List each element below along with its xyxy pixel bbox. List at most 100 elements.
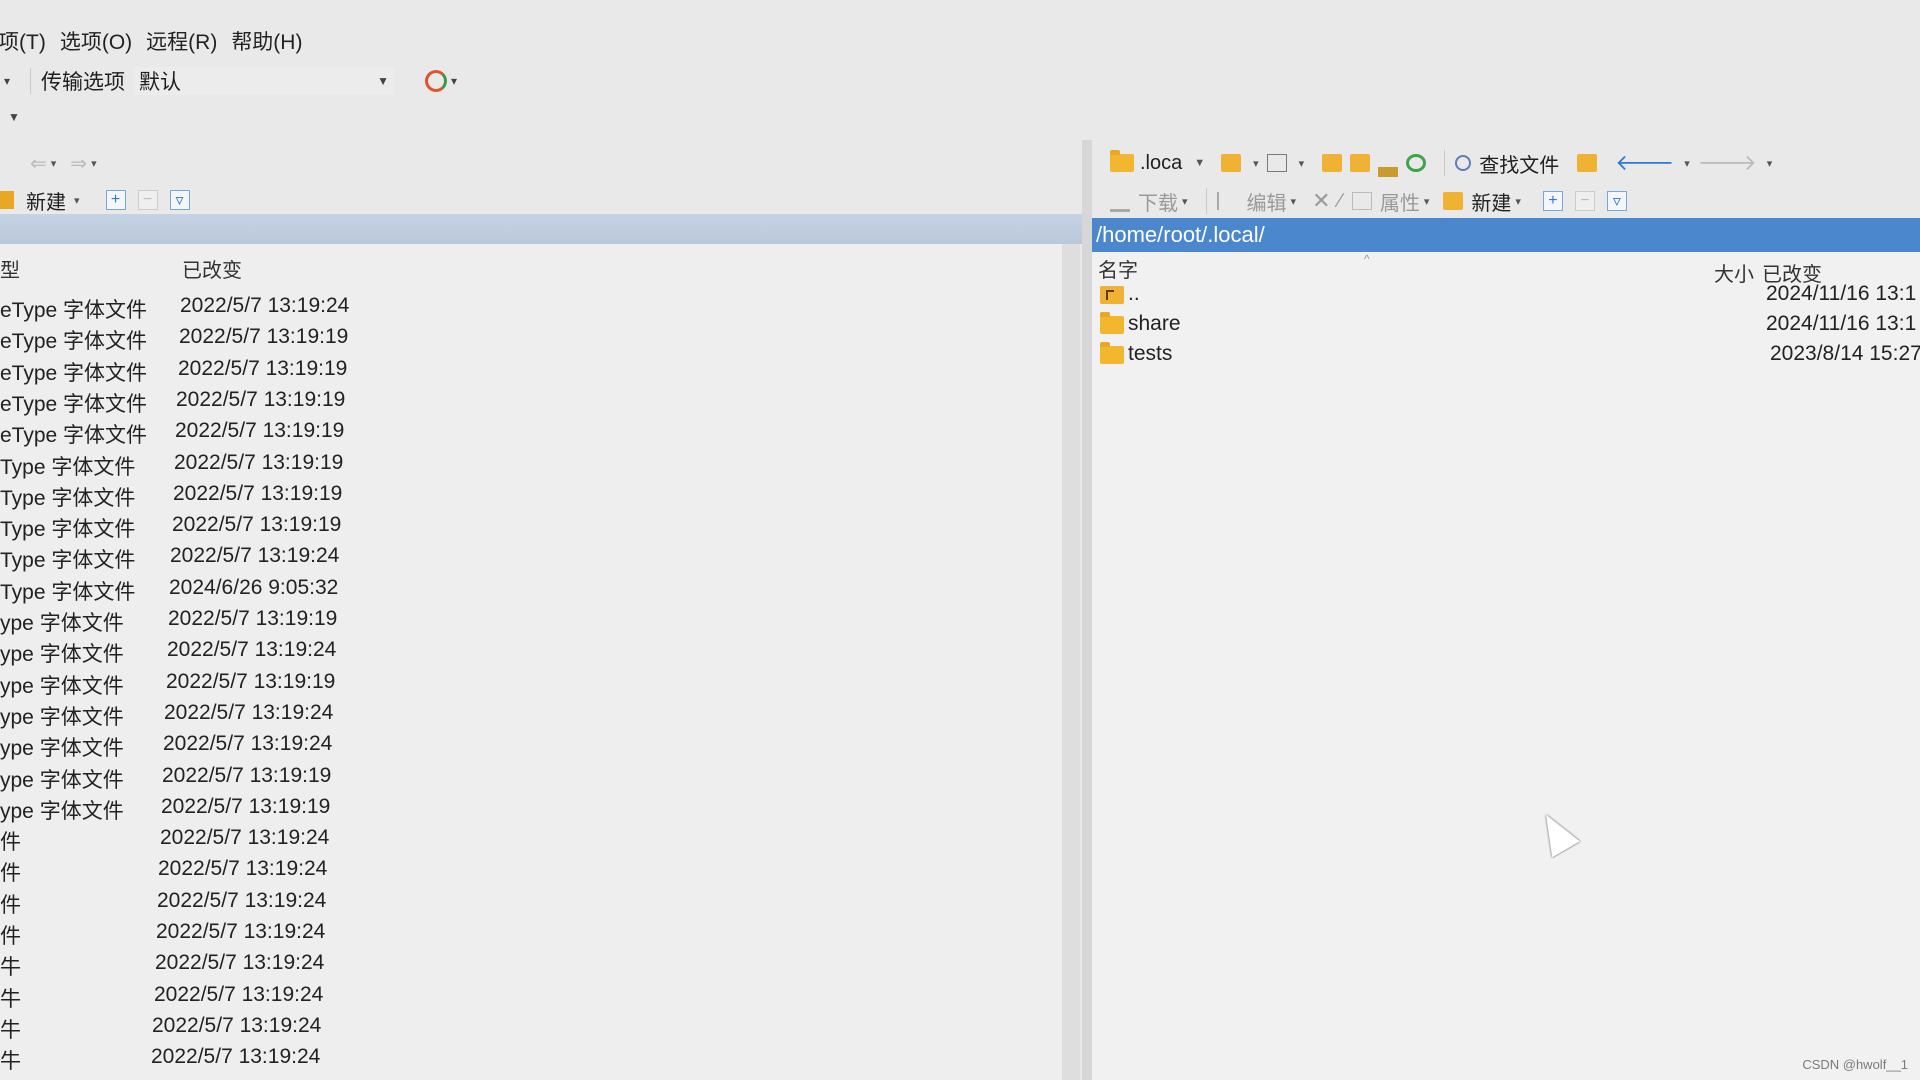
left-path-bar[interactable] (0, 214, 1082, 244)
left-new-button[interactable]: 新建 (26, 186, 66, 215)
table-row[interactable]: ype 字体文件 2022/5/7 13:19:19 (0, 764, 1062, 794)
minus-icon[interactable]: − (1574, 191, 1595, 211)
table-row[interactable]: ype 字体文件 2022/5/7 13:19:19 (0, 670, 1062, 700)
table-row[interactable]: eType 字体文件 2022/5/7 13:19:19 (0, 325, 1062, 355)
search-icon (1455, 155, 1472, 171)
location-combo[interactable]: .loca (1140, 152, 1182, 175)
minus-icon[interactable]: − (137, 190, 158, 210)
table-row[interactable]: Type 字体文件 2024/6/26 9:05:32 (0, 576, 1062, 606)
table-row[interactable]: 件 2022/5/7 13:19:24 (0, 889, 1062, 919)
chevron-down-icon[interactable]: ▾ (4, 74, 10, 88)
pane-splitter[interactable] (1082, 140, 1092, 1080)
back-icon[interactable]: ⇐ (30, 151, 47, 176)
column-header-type[interactable]: 型 (0, 254, 20, 283)
table-row[interactable]: ype 字体文件 2022/5/7 13:19:24 (0, 701, 1062, 731)
table-row[interactable]: 牛 2022/5/7 13:19:24 (0, 1045, 1062, 1075)
chevron-down-icon[interactable]: ▾ (1684, 157, 1690, 170)
table-row[interactable]: eType 字体文件 2022/5/7 13:19:19 (0, 419, 1062, 449)
open-folder-icon[interactable] (1221, 154, 1242, 172)
left-file-toolbar: 新建 ▾ + − ▿ (0, 182, 1080, 218)
chevron-down-icon[interactable]: ▾ (1424, 195, 1430, 208)
column-header-name[interactable]: 名字 (1098, 254, 1138, 283)
right-file-list[interactable]: 名字 ^ 大小 已改变 .. 2024/11/16 13:1 share 202… (1092, 252, 1920, 1080)
file-changed: 2024/6/26 9:05:32 (169, 575, 339, 599)
column-header-changed[interactable]: 已改变 (182, 254, 242, 283)
filter-icon[interactable]: ▿ (1606, 191, 1627, 211)
chevron-down-icon[interactable]: ▾ (51, 157, 57, 170)
right-path-bar[interactable]: /home/root/.local/ (1092, 218, 1920, 252)
menu-options[interactable]: 选项(O) (60, 26, 132, 56)
list-item[interactable]: .. 2024/11/16 13:1 (1092, 282, 1920, 312)
chevron-down-icon[interactable]: ▾ (1767, 157, 1773, 170)
refresh-icon[interactable] (1406, 154, 1427, 172)
table-row[interactable]: ype 字体文件 2022/5/7 13:19:19 (0, 607, 1062, 637)
table-row[interactable]: 件 2022/5/7 13:19:24 (0, 826, 1062, 856)
chevron-down-icon[interactable]: ▾ (1291, 195, 1297, 208)
chevron-down-icon[interactable]: ▾ (91, 157, 97, 170)
new-folder-icon (0, 191, 14, 209)
filter-icon[interactable]: ▿ (169, 190, 190, 210)
home-icon[interactable] (1378, 149, 1399, 177)
table-row[interactable]: ype 字体文件 2022/5/7 13:19:24 (0, 638, 1062, 668)
chevron-down-icon[interactable]: ▾ (451, 74, 457, 88)
edit-button[interactable]: 编辑 (1247, 187, 1287, 216)
table-row[interactable]: ype 字体文件 2022/5/7 13:19:19 (0, 795, 1062, 825)
transfer-options-select[interactable]: 默认 ▼ (133, 67, 396, 95)
sync-icon[interactable] (425, 70, 448, 92)
properties-button[interactable]: 属性 (1380, 187, 1420, 216)
chevron-down-icon[interactable]: ▾ (1253, 157, 1259, 170)
file-changed: 2022/5/7 13:19:19 (178, 356, 348, 380)
right-new-button[interactable]: 新建 (1471, 187, 1511, 216)
table-row[interactable]: Type 字体文件 2022/5/7 13:19:19 (0, 451, 1062, 481)
table-row[interactable]: 牛 2022/5/7 13:19:24 (0, 1014, 1062, 1044)
file-changed: 2023/8/14 15:27 (1770, 342, 1920, 365)
table-row[interactable]: ype 字体文件 2022/5/7 13:19:24 (0, 732, 1062, 762)
file-changed: 2022/5/7 13:19:24 (154, 982, 324, 1006)
chevron-down-icon[interactable]: ▾ (1299, 157, 1305, 170)
table-row[interactable]: 件 2022/5/7 13:19:24 (0, 857, 1062, 887)
download-button[interactable]: 下载 (1138, 187, 1178, 216)
table-row[interactable]: Type 字体文件 2022/5/7 13:19:24 (0, 544, 1062, 574)
download-icon (1110, 191, 1130, 212)
menu-help[interactable]: 帮助(H) (231, 26, 302, 56)
forward-icon[interactable]: 🡒 (1698, 150, 1757, 176)
left-scrollbar[interactable] (1062, 244, 1080, 1080)
filter-icon[interactable] (1266, 154, 1287, 172)
table-row[interactable]: 件 2022/5/7 13:19:24 (0, 920, 1062, 950)
file-changed: 2022/5/7 13:19:19 (166, 669, 336, 693)
table-row[interactable]: 牛 2022/5/7 13:19:24 (0, 951, 1062, 981)
forward-icon[interactable]: ⇒ (70, 151, 87, 176)
plus-icon[interactable]: + (105, 190, 126, 210)
delete-icon[interactable]: ✕ (1312, 188, 1330, 214)
menu-tools[interactable]: 项(T) (0, 26, 46, 56)
rename-icon[interactable]: ∕ (1339, 190, 1342, 213)
file-name: share (1128, 312, 1181, 335)
chevron-down-icon[interactable]: ▼ (8, 110, 20, 124)
table-row[interactable]: eType 字体文件 2022/5/7 13:19:24 (0, 294, 1062, 324)
menu-remote[interactable]: 远程(R) (146, 26, 217, 56)
file-changed: 2022/5/7 13:19:24 (152, 1013, 322, 1037)
sync-browse-icon[interactable] (1577, 154, 1598, 172)
file-type: eType 字体文件 (0, 330, 148, 354)
table-row[interactable]: Type 字体文件 2022/5/7 13:19:19 (0, 513, 1062, 543)
table-row[interactable]: Type 字体文件 2022/5/7 13:19:19 (0, 482, 1062, 512)
back-icon[interactable]: 🡐 (1615, 150, 1674, 176)
table-row[interactable]: eType 字体文件 2022/5/7 13:19:19 (0, 388, 1062, 418)
list-item[interactable]: share 2024/11/16 13:1 (1092, 312, 1920, 342)
file-changed: 2022/5/7 13:19:24 (151, 1045, 321, 1069)
chevron-down-icon[interactable]: ▾ (1515, 195, 1521, 208)
root-folder-icon[interactable] (1350, 154, 1371, 172)
find-files-button[interactable]: 查找文件 (1479, 149, 1559, 178)
chevron-down-icon[interactable]: ▼ (1194, 157, 1205, 169)
table-row[interactable]: 牛 2022/5/7 13:19:24 (0, 983, 1062, 1013)
chevron-down-icon[interactable]: ▾ (74, 194, 80, 207)
file-type: eType 字体文件 (0, 392, 148, 416)
toolbar-separator (1205, 188, 1207, 214)
left-file-list[interactable]: 型 已改变 eType 字体文件 2022/5/7 13:19:24 eType 字… (0, 244, 1062, 1080)
file-type: 牛 (0, 956, 21, 980)
list-item[interactable]: tests 2023/8/14 15:27 (1092, 342, 1920, 372)
table-row[interactable]: eType 字体文件 2022/5/7 13:19:19 (0, 357, 1062, 387)
plus-icon[interactable]: + (1542, 191, 1563, 211)
parent-folder-icon[interactable] (1322, 154, 1343, 172)
chevron-down-icon[interactable]: ▾ (1182, 195, 1188, 208)
